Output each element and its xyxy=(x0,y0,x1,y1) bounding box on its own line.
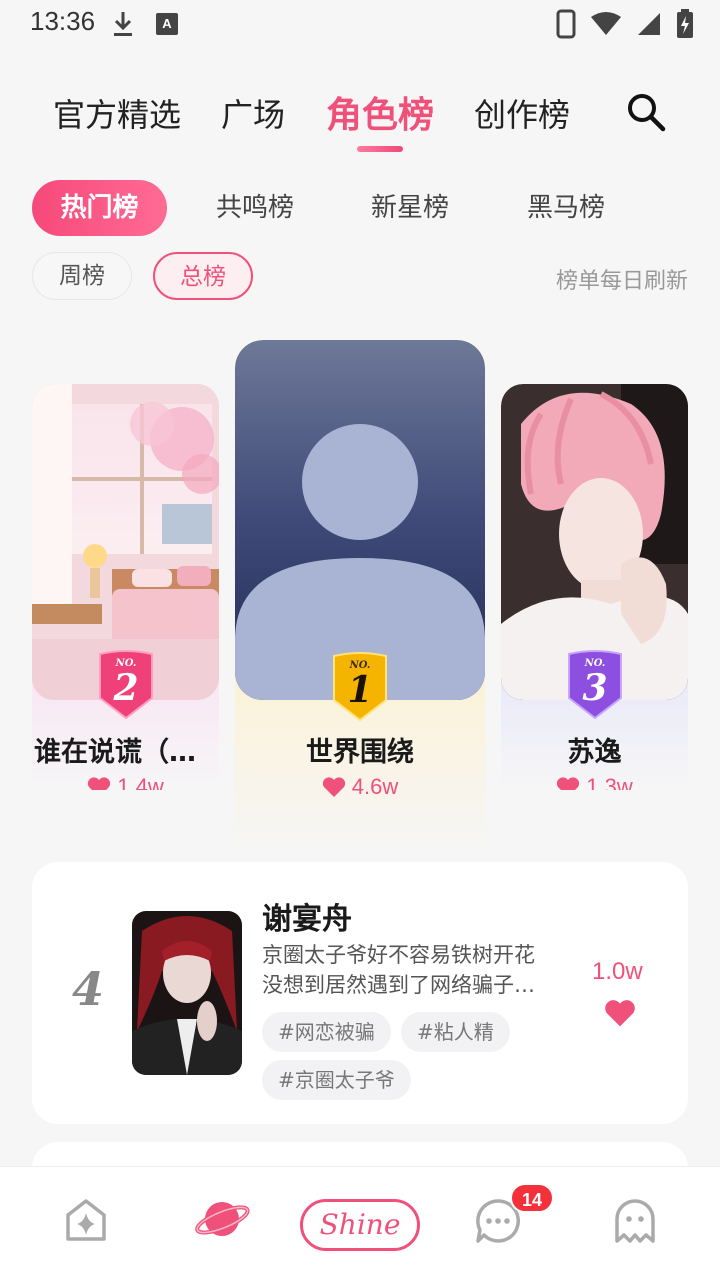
rank-badge-number: 2 xyxy=(112,667,138,709)
keyboard-indicator-icon: A xyxy=(156,13,178,35)
tab-character-ranking[interactable]: 角色榜 xyxy=(326,86,434,138)
heart-icon[interactable] xyxy=(604,998,636,1028)
rank-badge-number: 1 xyxy=(347,669,372,711)
signal-icon xyxy=(638,13,660,35)
ghost-icon[interactable] xyxy=(612,1197,658,1245)
shine-button[interactable]: Shine xyxy=(300,1199,420,1251)
rank-badge-2: NO. 2 xyxy=(99,650,153,720)
character-description: 京圈太子爷好不容易铁树开花 没想到居然遇到了网络骗子… xyxy=(262,940,562,1000)
character-name: 苏逸 xyxy=(567,737,622,768)
like-count-value: 4.6w xyxy=(351,774,399,799)
planet-icon[interactable] xyxy=(194,1193,250,1245)
subtab-dark-horse[interactable]: 黑马榜 xyxy=(527,180,605,236)
like-count: 4.6w xyxy=(235,774,485,800)
top-tabs: 官方精选 广场 角色榜 创作榜 xyxy=(0,84,720,154)
message-count-badge: 14 xyxy=(510,1183,554,1213)
rank-badge-3: NO. 3 xyxy=(568,650,622,720)
podium-card-1[interactable]: NO. 1 世界围绕 4.6w xyxy=(235,340,485,860)
rank-badge-number: 3 xyxy=(582,667,607,709)
bottom-nav: Shine 14 xyxy=(0,1166,720,1280)
description-line: 京圈太子爷好不容易铁树开花 xyxy=(262,943,535,967)
subtab-resonance[interactable]: 共鸣榜 xyxy=(216,180,294,236)
subtab-rising-star[interactable]: 新星榜 xyxy=(371,180,449,236)
status-time: 13:36 xyxy=(30,6,96,36)
heart-icon xyxy=(88,777,111,790)
subtab-hot[interactable]: 热门榜 xyxy=(32,180,167,236)
rank-number: 4 xyxy=(72,962,105,1016)
refresh-note: 榜单每日刷新 xyxy=(555,269,688,294)
like-count: 1.3w xyxy=(501,774,688,790)
podium-card-3[interactable]: NO. 3 苏逸 1.3w xyxy=(501,384,688,790)
rank-badge-1: NO. 1 xyxy=(333,652,387,722)
like-count: 1.4w xyxy=(32,774,219,790)
search-icon[interactable] xyxy=(626,92,666,132)
tab-plaza[interactable]: 广场 xyxy=(221,90,285,136)
weekly-ranking-button[interactable]: 周榜 xyxy=(32,252,132,300)
active-tab-indicator xyxy=(357,146,403,152)
tag-chip[interactable]: #京圈太子爷 xyxy=(262,1060,411,1100)
heart-icon xyxy=(557,777,580,790)
phone-icon xyxy=(556,9,576,39)
like-count-value: 1.3w xyxy=(586,774,633,790)
character-avatar xyxy=(132,911,242,1075)
wifi-icon xyxy=(591,12,621,35)
tab-creator-ranking[interactable]: 创作榜 xyxy=(474,90,570,136)
character-image xyxy=(235,340,485,700)
status-bar: 13:36 A xyxy=(0,0,720,48)
tag-chip[interactable]: #网恋被骗 xyxy=(262,1012,391,1052)
podium-card-2[interactable]: NO. 2 谁在说谎（… 1.4w xyxy=(32,384,219,790)
description-line: 没想到居然遇到了网络骗子… xyxy=(262,973,535,997)
character-name: 谁在说谎（… xyxy=(34,737,196,768)
heart-icon xyxy=(322,777,345,797)
total-ranking-button[interactable]: 总榜 xyxy=(153,252,253,300)
download-icon xyxy=(114,12,132,36)
battery-charging-icon xyxy=(677,9,693,38)
character-name: 世界围绕 xyxy=(306,737,414,768)
tag-chip[interactable]: #粘人精 xyxy=(401,1012,510,1052)
home-icon[interactable] xyxy=(62,1197,110,1243)
like-count-value: 1.0w xyxy=(592,958,643,985)
character-name: 谢宴舟 xyxy=(262,902,352,937)
ranking-list-item[interactable]: 4 谢宴舟 京圈太子爷好不容易铁树开花 没想到居然遇到了网络骗子… #网恋被骗 … xyxy=(32,862,688,1124)
tab-official-picks[interactable]: 官方精选 xyxy=(53,90,181,136)
like-count-value: 1.4w xyxy=(117,774,164,790)
